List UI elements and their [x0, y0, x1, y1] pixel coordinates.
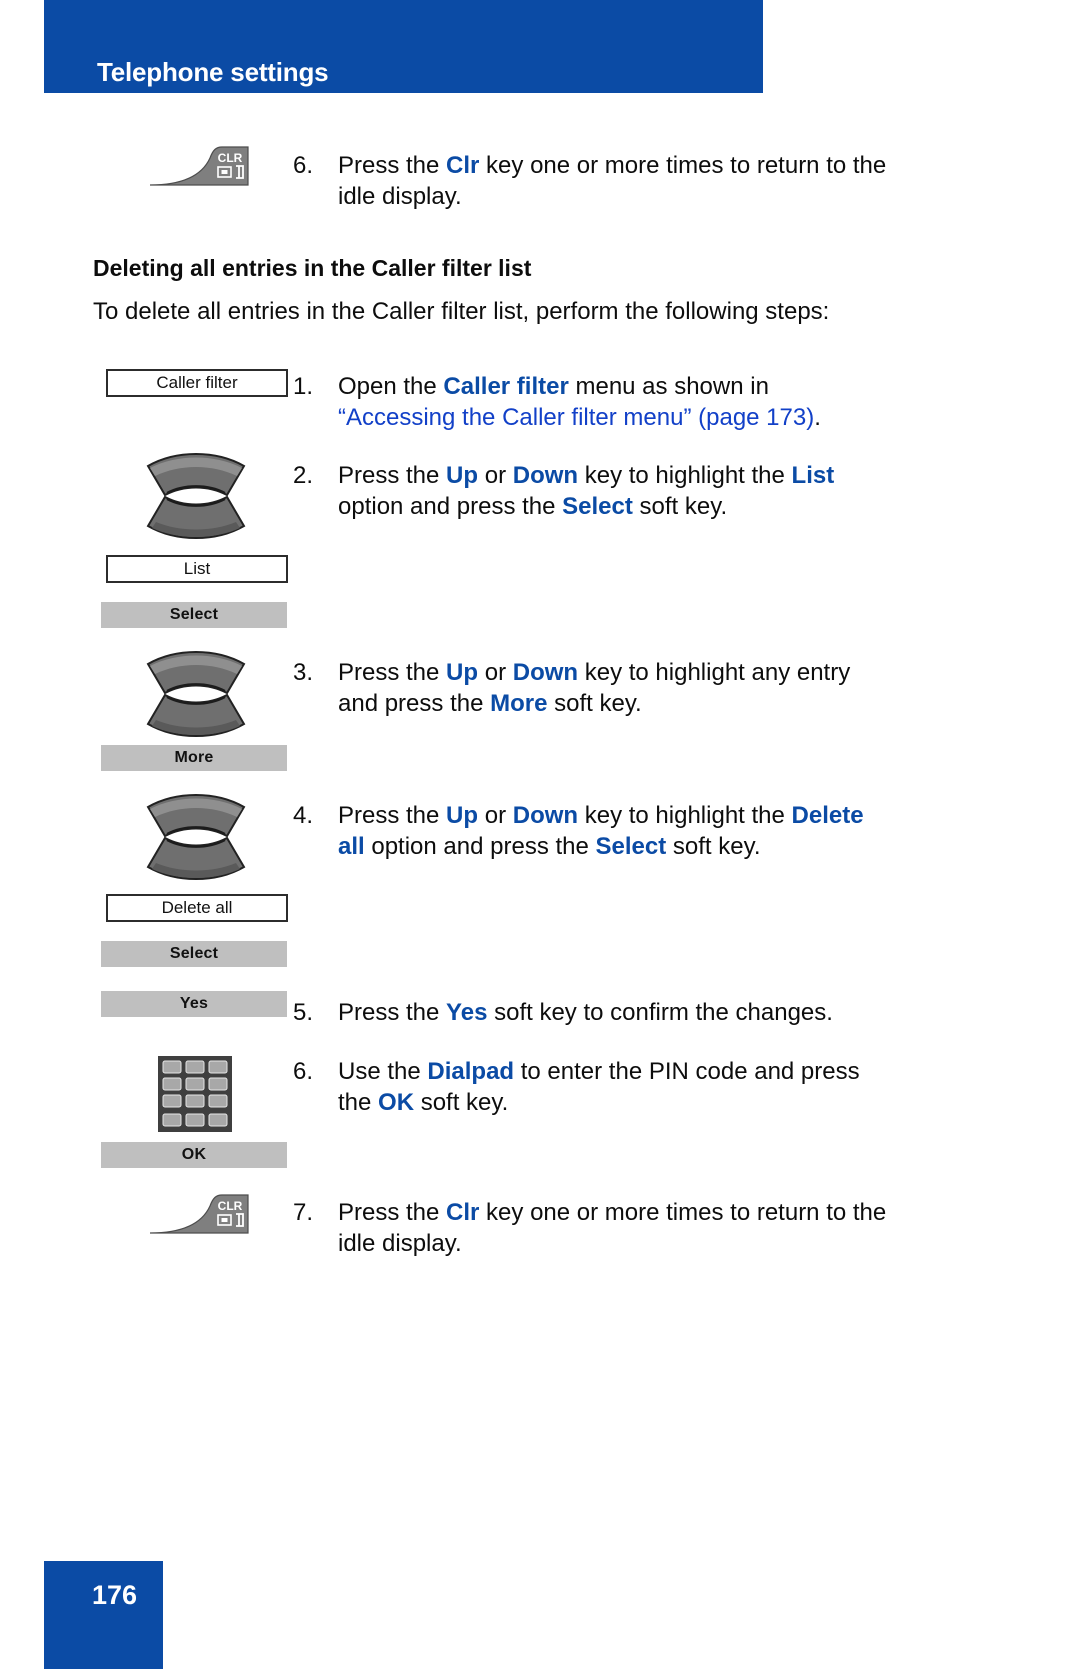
- step-text-2: Press the Up or Down key to highlight th…: [338, 460, 938, 522]
- step-text-top: Press the Clr key one or more times to r…: [338, 150, 938, 212]
- step-text-1: Open the Caller filter menu as shown in …: [338, 371, 938, 433]
- step-text-fragment: key one or more times to return to the: [479, 1199, 887, 1226]
- step-text-fragment: Press the: [338, 462, 447, 489]
- key-name-up: Up: [446, 659, 479, 686]
- step-text-fragment: soft key.: [547, 690, 642, 717]
- step-text-fragment: key to highlight any entry: [578, 659, 851, 686]
- step-number-1: 1.: [293, 373, 314, 400]
- step-text-fragment: idle display.: [338, 1230, 462, 1257]
- step-text-fragment: key to highlight the: [578, 802, 792, 829]
- step-number-7: 7.: [293, 1199, 314, 1226]
- menu-name-caller-filter: Caller filter: [443, 373, 569, 400]
- clr-key-icon: CLR: [149, 146, 249, 186]
- step-text-6: Use the Dialpad to enter the PIN code an…: [338, 1056, 938, 1118]
- key-name-down: Down: [512, 462, 579, 489]
- soft-key-name-yes: Yes: [446, 999, 488, 1026]
- step-text-fragment: or: [478, 659, 513, 686]
- soft-key-name-more: More: [490, 690, 548, 717]
- step-text-5: Press the Yes soft key to confirm the ch…: [338, 997, 938, 1028]
- soft-key-yes[interactable]: Yes: [101, 991, 287, 1017]
- display-box-delete-all: Delete all: [106, 894, 288, 922]
- svg-text:CLR: CLR: [218, 151, 243, 165]
- step-text-fragment: soft key.: [632, 493, 728, 520]
- step-text-fragment: the: [338, 1089, 379, 1116]
- step-number-4: 4.: [293, 802, 314, 829]
- step-number-5: 5.: [293, 999, 314, 1026]
- step-text-fragment: soft key.: [666, 833, 761, 860]
- section-intro-paragraph: To delete all entries in the Caller filt…: [93, 298, 830, 325]
- step-number-top: 6.: [293, 152, 314, 179]
- step-text-fragment: option and press the: [364, 833, 596, 860]
- step-text-fragment: menu as shown in: [568, 373, 769, 400]
- step-text-fragment: Use the: [338, 1058, 428, 1085]
- step-text-7: Press the Clr key one or more times to r…: [338, 1197, 938, 1259]
- page-number: 176: [92, 1580, 138, 1610]
- key-name-clr: Clr: [446, 152, 480, 179]
- step-text-fragment: Press the: [338, 659, 447, 686]
- step-text-fragment: idle display.: [338, 183, 462, 210]
- clr-key-icon: CLR: [149, 1194, 249, 1234]
- cross-reference-link[interactable]: “Accessing the Caller filter menu” (page…: [338, 404, 814, 431]
- step-text-fragment: to enter the PIN code and press: [514, 1058, 860, 1085]
- step-text-fragment: Press the: [338, 1199, 447, 1226]
- step-text-fragment: Press the: [338, 999, 447, 1026]
- step-text-fragment: Press the: [338, 802, 447, 829]
- step-text-4: Press the Up or Down key to highlight th…: [338, 800, 938, 862]
- footer-band: [44, 1561, 163, 1669]
- step-text-fragment: Press the: [338, 152, 447, 179]
- option-name-delete-all-part2: all: [338, 833, 365, 860]
- soft-key-more[interactable]: More: [101, 745, 287, 771]
- step-text-fragment: and press the: [338, 690, 491, 717]
- soft-key-select-1[interactable]: Select: [101, 602, 287, 628]
- dialpad-name: Dialpad: [427, 1058, 515, 1085]
- step-text-fragment: key one or more times to return to the: [479, 152, 887, 179]
- display-box-list: List: [106, 555, 288, 583]
- section-heading: Deleting all entries in the Caller filte…: [93, 255, 532, 281]
- step-text-fragment: key to highlight the: [578, 462, 792, 489]
- step-number-3: 3.: [293, 659, 314, 686]
- key-name-clr: Clr: [446, 1199, 480, 1226]
- soft-key-select-2[interactable]: Select: [101, 941, 287, 967]
- navigation-up-down-key-icon: [146, 794, 246, 880]
- dialpad-icon: [158, 1056, 232, 1132]
- step-text-fragment: soft key to confirm the changes.: [487, 999, 833, 1026]
- display-box-caller-filter: Caller filter: [106, 369, 288, 397]
- key-name-up: Up: [446, 462, 479, 489]
- navigation-up-down-key-icon: [146, 651, 246, 737]
- soft-key-name-ok: OK: [378, 1089, 415, 1116]
- page-header-title: Telephone settings: [97, 57, 329, 87]
- option-name-delete-all-part1: Delete: [791, 802, 864, 829]
- key-name-up: Up: [446, 802, 479, 829]
- navigation-up-down-key-icon: [146, 453, 246, 539]
- option-name-list: List: [791, 462, 835, 489]
- step-text-fragment: or: [478, 802, 513, 829]
- step-text-fragment: soft key.: [414, 1089, 509, 1116]
- key-name-down: Down: [512, 802, 579, 829]
- step-number-2: 2.: [293, 462, 314, 489]
- step-text-fragment: or: [478, 462, 513, 489]
- soft-key-name-select: Select: [562, 493, 633, 520]
- step-number-6: 6.: [293, 1058, 314, 1085]
- soft-key-name-select: Select: [595, 833, 667, 860]
- soft-key-ok[interactable]: OK: [101, 1142, 287, 1168]
- step-text-fragment: option and press the: [338, 493, 563, 520]
- step-text-fragment: .: [814, 404, 821, 431]
- step-text-fragment: Open the: [338, 373, 444, 400]
- key-name-down: Down: [512, 659, 579, 686]
- svg-text:CLR: CLR: [218, 1199, 243, 1213]
- document-page: Telephone settings CLR 6. Press the Clr …: [0, 0, 1080, 1669]
- step-text-3: Press the Up or Down key to highlight an…: [338, 657, 938, 719]
